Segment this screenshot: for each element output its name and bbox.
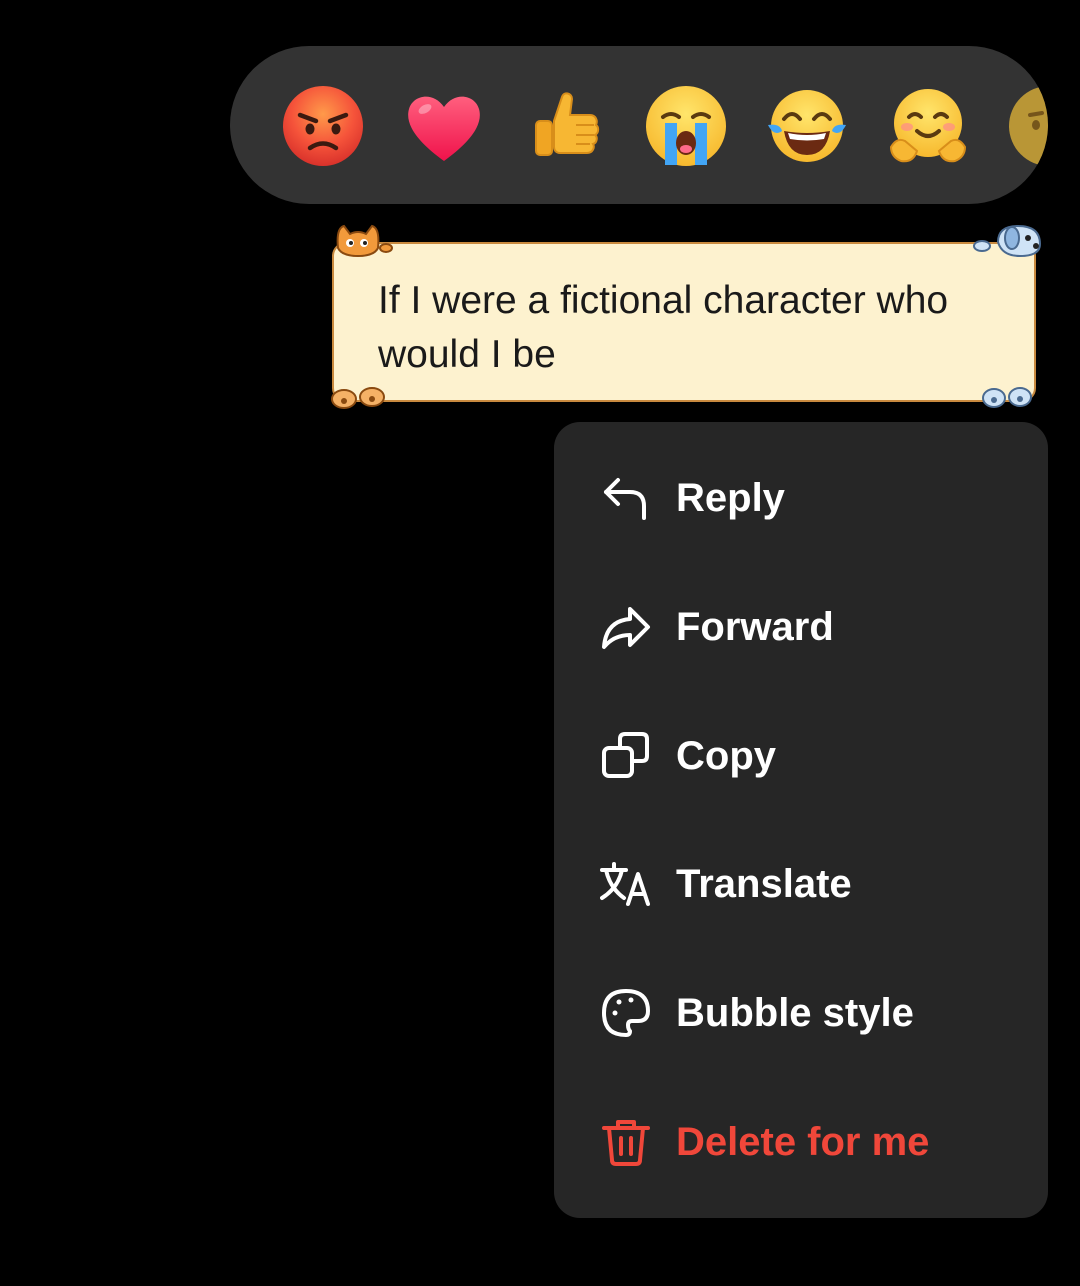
reaction-heart[interactable] <box>403 85 485 167</box>
palette-icon <box>600 987 652 1039</box>
menu-item-label: Delete for me <box>676 1120 930 1164</box>
menu-item-label: Bubble style <box>676 991 914 1035</box>
reaction-thumbs-up[interactable] <box>524 85 606 167</box>
reaction-crying-face[interactable] <box>645 85 727 167</box>
thumbs-up-icon <box>535 92 600 156</box>
reply-icon <box>600 472 652 524</box>
message-text: If I were a fictional character who woul… <box>378 279 949 376</box>
menu-item-bubble-style[interactable]: Bubble style <box>554 949 1048 1077</box>
dog-paws-icon <box>982 387 1032 408</box>
dog-sticker-icon <box>973 224 1042 258</box>
translate-icon <box>600 858 652 910</box>
cat-paws-icon <box>331 387 385 409</box>
menu-item-label: Translate <box>676 862 852 906</box>
reaction-bar <box>230 46 1048 204</box>
menu-item-delete-for-me[interactable]: Delete for me <box>554 1078 1048 1206</box>
crying-face-icon <box>646 86 726 166</box>
heart-icon <box>408 96 480 161</box>
menu-item-forward[interactable]: Forward <box>554 563 1048 691</box>
copy-icon <box>600 730 652 782</box>
reaction-angry-face[interactable] <box>282 85 364 167</box>
menu-item-copy[interactable]: Copy <box>554 692 1048 820</box>
menu-item-translate[interactable]: Translate <box>554 820 1048 948</box>
context-menu: Reply Forward Copy Translate Bubble styl… <box>554 422 1048 1218</box>
hugging-face-icon <box>889 89 967 163</box>
menu-item-reply[interactable]: Reply <box>554 434 1048 562</box>
menu-item-label: Reply <box>676 476 785 520</box>
thinking-face-icon <box>1009 86 1048 166</box>
forward-icon <box>600 601 652 653</box>
tears-of-joy-icon <box>768 90 846 162</box>
reaction-hugging-face[interactable] <box>887 85 969 167</box>
reaction-thinking-face[interactable] <box>1008 85 1048 167</box>
menu-item-label: Forward <box>676 605 834 649</box>
screen: If I were a fictional character who woul… <box>0 0 1080 1286</box>
trash-icon <box>600 1116 652 1168</box>
reaction-tears-of-joy[interactable] <box>766 85 848 167</box>
message-bubble[interactable]: If I were a fictional character who woul… <box>322 218 1048 410</box>
bubble-frame: If I were a fictional character who woul… <box>332 242 1036 402</box>
angry-face-icon <box>283 86 363 166</box>
cat-sticker-icon <box>336 224 393 258</box>
menu-item-label: Copy <box>676 734 776 778</box>
